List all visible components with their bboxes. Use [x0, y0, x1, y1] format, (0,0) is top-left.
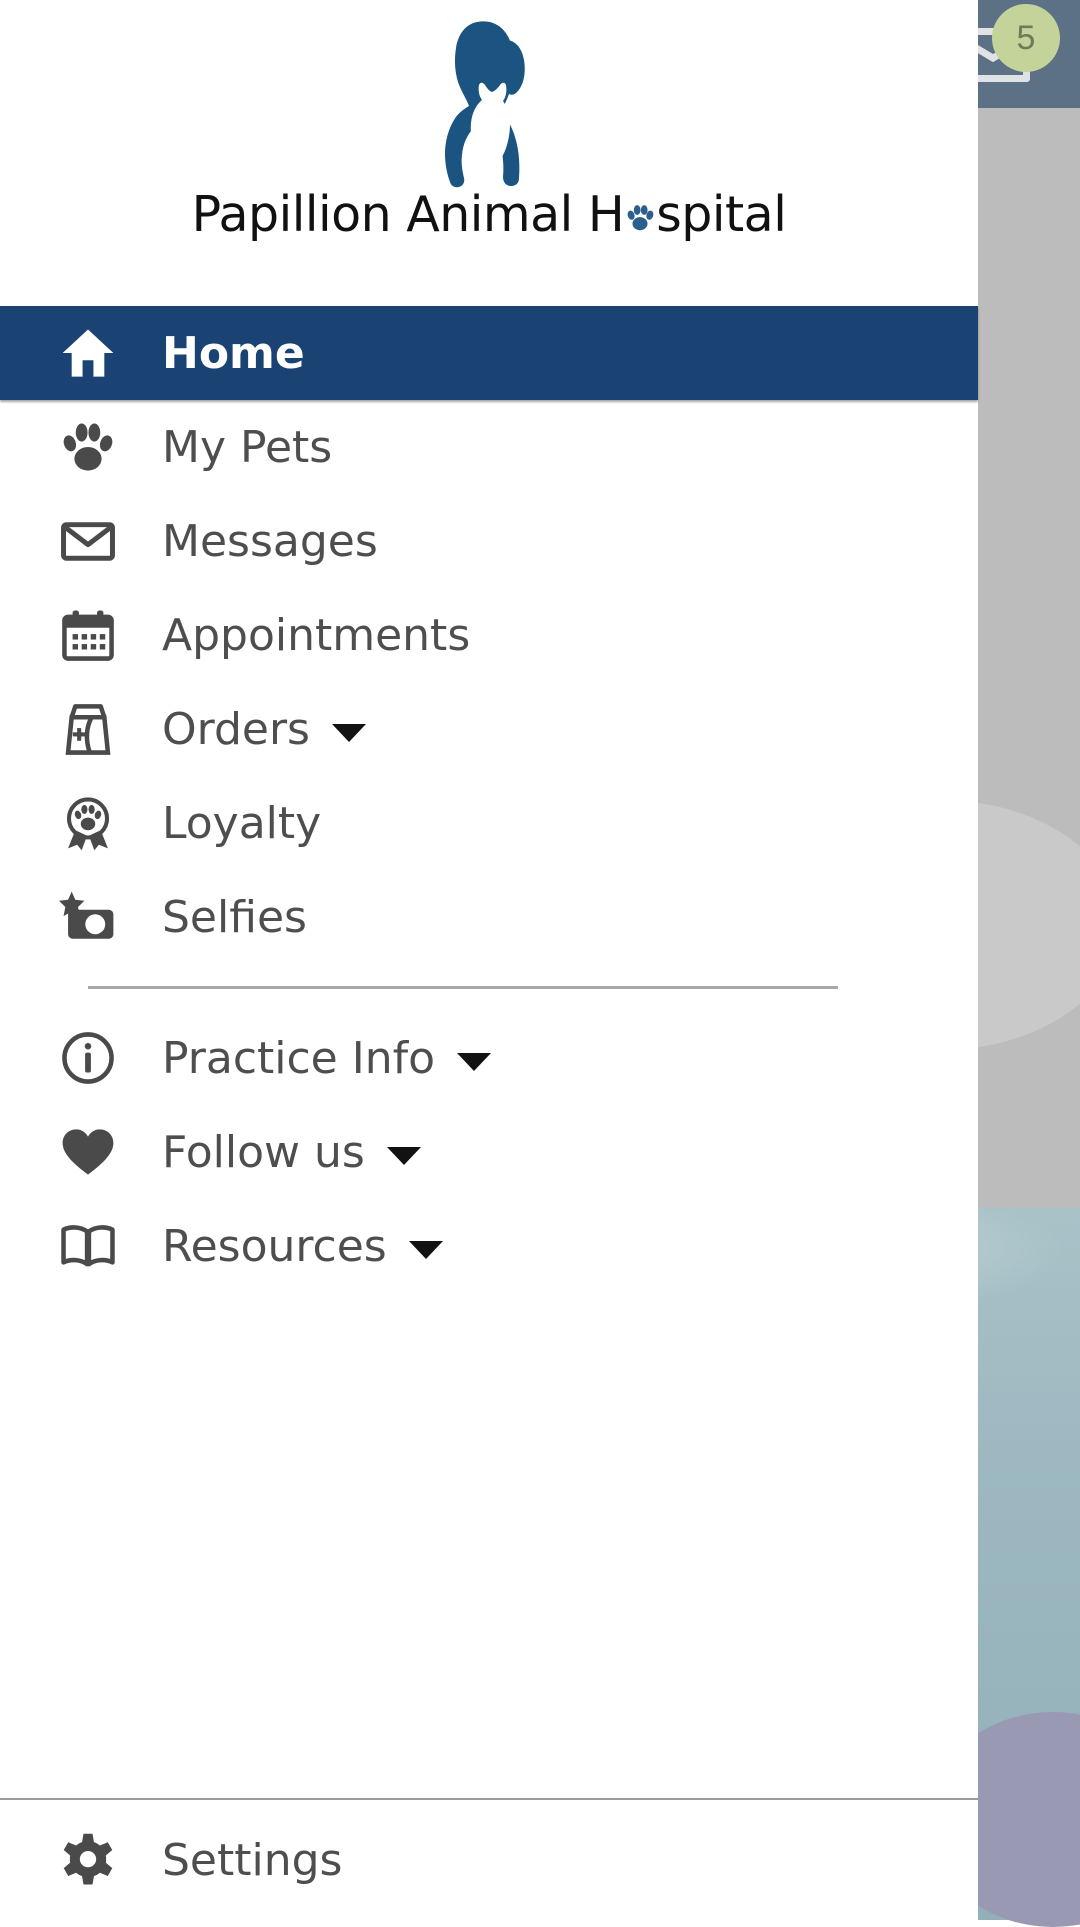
sidebar-item-label: Loyalty: [162, 797, 322, 849]
sidebar-item-selfies[interactable]: Selfies: [0, 870, 978, 964]
home-icon: [36, 324, 140, 382]
chevron-down-icon[interactable]: [457, 1053, 492, 1071]
sidebar-item-loyalty[interactable]: Loyalty: [0, 776, 978, 870]
message-count-badge: 5: [992, 4, 1060, 72]
nav-section-divider: [88, 986, 838, 989]
practice-name-part2: spital: [656, 186, 787, 243]
practice-logo-icon: [0, 14, 978, 192]
sidebar-item-label: Resources: [162, 1220, 387, 1272]
chevron-down-icon[interactable]: [331, 724, 366, 742]
paw-print-icon: [625, 188, 655, 231]
navigation-drawer: Papillion Animal H spital Home My Pets Me…: [0, 0, 978, 1920]
sidebar-item-label: My Pets: [162, 421, 333, 473]
heart-icon: [36, 1123, 140, 1181]
drawer-header: Papillion Animal H spital: [0, 0, 978, 306]
sidebar-item-label: Practice Info: [162, 1032, 436, 1084]
chevron-down-icon[interactable]: [408, 1241, 443, 1259]
sidebar-item-orders[interactable]: Orders: [0, 682, 978, 776]
book-icon: [36, 1217, 140, 1275]
sidebar-item-home[interactable]: Home: [0, 306, 978, 400]
sidebar-item-practice-info[interactable]: Practice Info: [0, 1011, 978, 1105]
sidebar-item-label: Appointments: [162, 609, 471, 661]
chevron-down-icon[interactable]: [386, 1147, 421, 1165]
sidebar-item-resources[interactable]: Resources: [0, 1199, 978, 1293]
sidebar-item-messages[interactable]: Messages: [0, 494, 978, 588]
sidebar-item-my-pets[interactable]: My Pets: [0, 400, 978, 494]
practice-name-part1: Papillion Animal H: [191, 186, 625, 243]
sidebar-item-appointments[interactable]: Appointments: [0, 588, 978, 682]
sidebar-item-follow-us[interactable]: Follow us: [0, 1105, 978, 1199]
sidebar-item-label: Home: [162, 327, 305, 379]
sidebar-item-label: Orders: [162, 703, 310, 755]
envelope-icon: [36, 512, 140, 570]
drawer-nav: Home My Pets Messages Appointments Order…: [0, 306, 978, 1798]
award-paw-icon: [36, 794, 140, 852]
info-circle-icon: [36, 1029, 140, 1087]
sidebar-item-label: Settings: [162, 1834, 343, 1886]
sidebar-item-label: Follow us: [162, 1126, 365, 1178]
camera-star-icon: [36, 888, 140, 946]
food-bag-icon: [36, 700, 140, 758]
drawer-footer: Settings: [0, 1800, 978, 1920]
gear-icon: [36, 1831, 140, 1889]
practice-name: Papillion Animal H spital: [0, 186, 978, 243]
paw-icon: [36, 418, 140, 476]
calendar-icon: [36, 606, 140, 664]
sidebar-item-settings[interactable]: Settings: [0, 1813, 978, 1907]
sidebar-item-label: Selfies: [162, 891, 307, 943]
sidebar-item-label: Messages: [162, 515, 378, 567]
